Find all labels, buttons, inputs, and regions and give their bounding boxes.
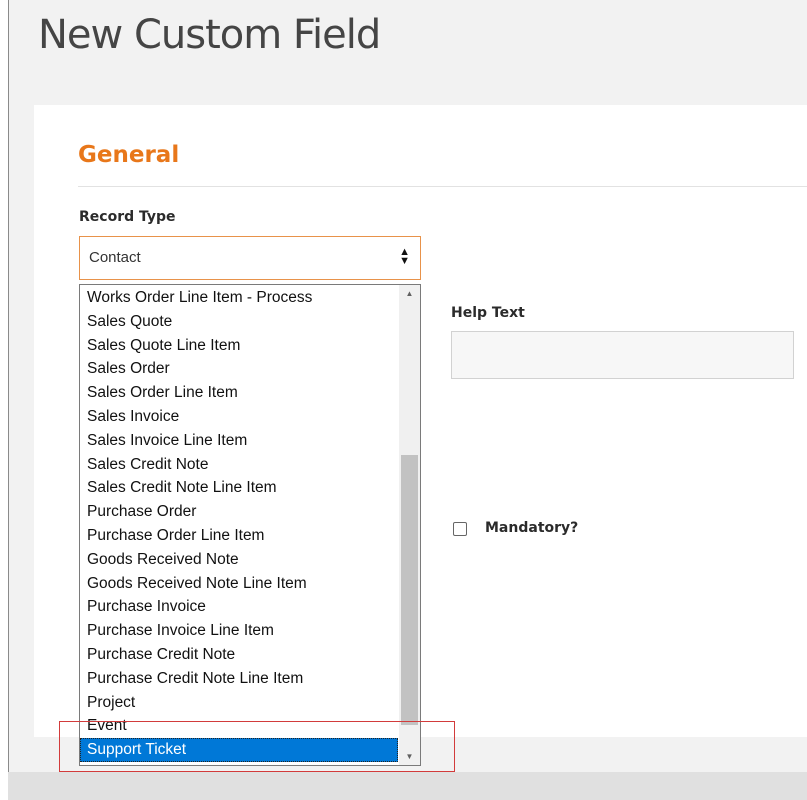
section-divider (78, 186, 807, 187)
dropdown-option[interactable]: Sales Invoice Line Item (80, 429, 398, 453)
dropdown-option[interactable]: Sales Credit Note Line Item (80, 476, 398, 500)
scroll-up-icon[interactable]: ▲ (399, 285, 420, 302)
mandatory-checkbox[interactable] (453, 522, 467, 536)
dropdown-option[interactable]: Sales Quote Line Item (80, 334, 398, 358)
dropdown-option[interactable]: Works Order Line Item - Process (80, 286, 398, 310)
dropdown-option[interactable]: Sales Invoice (80, 405, 398, 429)
mandatory-label: Mandatory? (485, 520, 579, 536)
dropdown-option[interactable]: Event (80, 714, 398, 738)
record-type-dropdown-list[interactable]: Works Order Line Item - Process Sales Quo… (79, 284, 421, 766)
help-text-input[interactable] (451, 331, 794, 379)
scroll-down-icon[interactable]: ▼ (399, 748, 420, 765)
dropdown-option[interactable]: Sales Quote (80, 310, 398, 334)
dropdown-option[interactable]: Purchase Order (80, 500, 398, 524)
page-title: New Custom Field (38, 12, 381, 58)
record-type-select[interactable]: Contact ▲ ▼ (79, 236, 421, 280)
record-type-selected-value: Contact (89, 249, 141, 266)
select-arrows-icon: ▲ ▼ (399, 246, 410, 267)
section-title-general: General (78, 142, 180, 168)
dropdown-option[interactable]: Purchase Invoice (80, 595, 398, 619)
dropdown-option[interactable]: Sales Order (80, 357, 398, 381)
dropdown-option[interactable]: Purchase Credit Note (80, 643, 398, 667)
dropdown-option[interactable]: Sales Credit Note (80, 453, 398, 477)
dropdown-option[interactable]: Goods Received Note (80, 548, 398, 572)
dropdown-option[interactable]: Support Ticket (80, 738, 398, 762)
dropdown-option[interactable]: Sales Order Line Item (80, 381, 398, 405)
dropdown-options: Works Order Line Item - Process Sales Quo… (80, 286, 398, 762)
bottom-bar (8, 772, 807, 800)
scroll-thumb[interactable] (401, 455, 418, 725)
dropdown-option[interactable]: Purchase Invoice Line Item (80, 619, 398, 643)
dropdown-option[interactable]: Project (80, 691, 398, 715)
dropdown-option[interactable]: Goods Received Note Line Item (80, 572, 398, 596)
help-text-label: Help Text (451, 305, 525, 321)
dropdown-option[interactable]: Purchase Credit Note Line Item (80, 667, 398, 691)
record-type-label: Record Type (79, 209, 176, 225)
dropdown-option[interactable]: Purchase Order Line Item (80, 524, 398, 548)
dropdown-scrollbar[interactable]: ▲ ▼ (399, 285, 420, 765)
